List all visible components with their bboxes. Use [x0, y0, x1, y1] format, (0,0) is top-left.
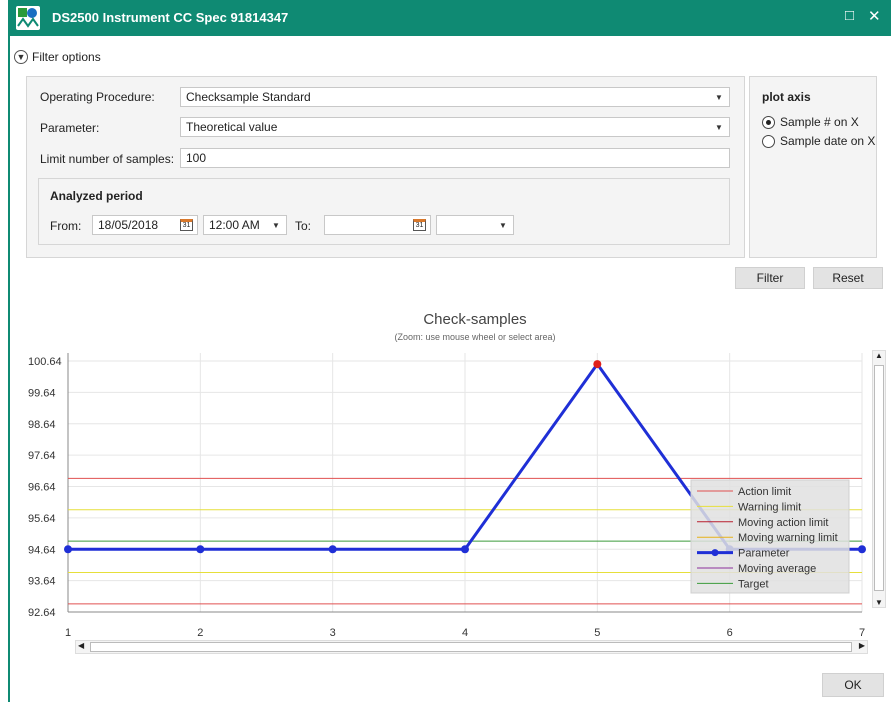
- y-tick-label: 96.64: [28, 482, 56, 494]
- legend-label: Moving average: [738, 563, 816, 575]
- window-title: DS2500 Instrument CC Spec 91814347: [52, 10, 289, 25]
- from-label: From:: [50, 219, 82, 233]
- analyzed-period-group: Analyzed period From: 18/05/2018 31 12:0…: [38, 178, 730, 245]
- y-tick-label: 100.64: [28, 356, 62, 368]
- chart-title: Check-samples: [423, 311, 526, 328]
- highlighted-data-point: [593, 360, 602, 369]
- dropdown-arrow-icon: ▼: [715, 122, 723, 132]
- app-logo-icon: [16, 6, 40, 30]
- radio-label: Sample # on X: [780, 115, 859, 129]
- main-window: DS2500 Instrument CC Spec 91814347 □ ✕ ▼…: [8, 0, 891, 702]
- scroll-up-icon[interactable]: ▲: [875, 351, 883, 360]
- from-date-value: 18/05/2018: [98, 218, 159, 232]
- from-time-select[interactable]: 12:00 AM ▼: [203, 215, 287, 235]
- operating-procedure-label: Operating Procedure:: [40, 90, 155, 104]
- operating-procedure-select[interactable]: Checksample Standard ▼: [180, 87, 730, 107]
- radio-button[interactable]: [762, 115, 775, 129]
- title-bar: DS2500 Instrument CC Spec 91814347 □ ✕: [10, 0, 891, 36]
- plot-axis-panel: plot axis Sample # on X Sample date on X: [749, 76, 877, 258]
- x-tick-label: 4: [462, 627, 468, 639]
- calendar-icon[interactable]: 31: [180, 219, 193, 231]
- x-tick-label: 7: [859, 627, 865, 639]
- y-tick-label: 97.64: [28, 450, 56, 462]
- x-tick-label: 6: [727, 627, 733, 639]
- dropdown-arrow-icon: ▼: [499, 220, 507, 230]
- filter-options-label: Filter options: [32, 50, 101, 64]
- parameter-select[interactable]: Theoretical value ▼: [180, 117, 730, 137]
- legend-label: Parameter: [738, 548, 790, 560]
- legend-marker: [711, 549, 719, 557]
- close-icon[interactable]: ✕: [868, 7, 881, 25]
- radio-button[interactable]: [762, 134, 775, 148]
- data-point: [461, 545, 469, 554]
- maximize-icon[interactable]: □: [845, 7, 854, 24]
- to-label: To:: [295, 219, 312, 233]
- x-tick-label: 1: [65, 627, 71, 639]
- scrollbar-thumb[interactable]: [90, 642, 852, 652]
- to-time-select[interactable]: ▼: [436, 215, 514, 235]
- ok-button[interactable]: OK: [822, 673, 884, 697]
- horizontal-scrollbar[interactable]: ◀ ▶: [75, 640, 868, 654]
- from-time-value: 12:00 AM: [209, 218, 260, 232]
- limit-samples-label: Limit number of samples:: [40, 152, 175, 166]
- scroll-right-icon[interactable]: ▶: [859, 641, 865, 650]
- scroll-down-icon[interactable]: ▼: [875, 598, 883, 607]
- data-point: [328, 545, 337, 554]
- scroll-left-icon[interactable]: ◀: [78, 641, 84, 650]
- vertical-scrollbar[interactable]: ▲ ▼: [872, 350, 886, 608]
- scrollbar-thumb[interactable]: [874, 365, 884, 591]
- y-tick-label: 92.64: [28, 607, 56, 619]
- legend-label: Target: [738, 578, 769, 590]
- to-date-input[interactable]: 31: [324, 215, 431, 235]
- analyzed-period-title: Analyzed period: [50, 189, 143, 203]
- chevron-down-icon: ▼: [14, 50, 28, 64]
- parameter-value: Theoretical value: [186, 120, 278, 134]
- reset-button[interactable]: Reset: [813, 267, 883, 289]
- chart-legend: Action limit Warning limit Moving action l…: [690, 479, 850, 594]
- y-tick-label: 93.64: [28, 576, 56, 588]
- filter-options-toggle[interactable]: ▼ Filter options: [14, 50, 101, 64]
- y-tick-label: 98.64: [28, 419, 56, 431]
- calendar-icon[interactable]: 31: [413, 219, 426, 231]
- legend-label: Moving warning limit: [738, 532, 838, 544]
- data-point: [196, 545, 205, 554]
- y-tick-label: 95.64: [28, 513, 56, 525]
- radio-sample-date[interactable]: Sample date on X: [762, 134, 875, 148]
- y-tick-label: 99.64: [28, 387, 56, 399]
- check-samples-chart[interactable]: Check-samples (Zoom: use mouse wheel or s…: [10, 300, 891, 670]
- data-point: [858, 545, 866, 554]
- dropdown-arrow-icon: ▼: [715, 92, 723, 102]
- filter-panel: Operating Procedure: Checksample Standar…: [26, 76, 745, 258]
- data-point: [64, 545, 72, 554]
- chart-subtitle: (Zoom: use mouse wheel or select area): [394, 332, 555, 342]
- legend-label: Warning limit: [738, 501, 801, 513]
- dropdown-arrow-icon: ▼: [272, 220, 280, 230]
- y-tick-label: 94.64: [28, 544, 56, 556]
- x-tick-label: 3: [330, 627, 336, 639]
- limit-samples-input[interactable]: 100: [180, 148, 730, 168]
- x-tick-label: 2: [197, 627, 203, 639]
- operating-procedure-value: Checksample Standard: [186, 90, 311, 104]
- legend-label: Moving action limit: [738, 517, 828, 529]
- radio-label: Sample date on X: [780, 134, 876, 148]
- radio-sample-number[interactable]: Sample # on X: [762, 115, 859, 129]
- from-date-input[interactable]: 18/05/2018 31: [92, 215, 198, 235]
- filter-button[interactable]: Filter: [735, 267, 805, 289]
- parameter-label: Parameter:: [40, 121, 100, 135]
- plot-axis-title: plot axis: [762, 90, 811, 104]
- x-tick-label: 5: [594, 627, 600, 639]
- legend-label: Action limit: [738, 486, 791, 498]
